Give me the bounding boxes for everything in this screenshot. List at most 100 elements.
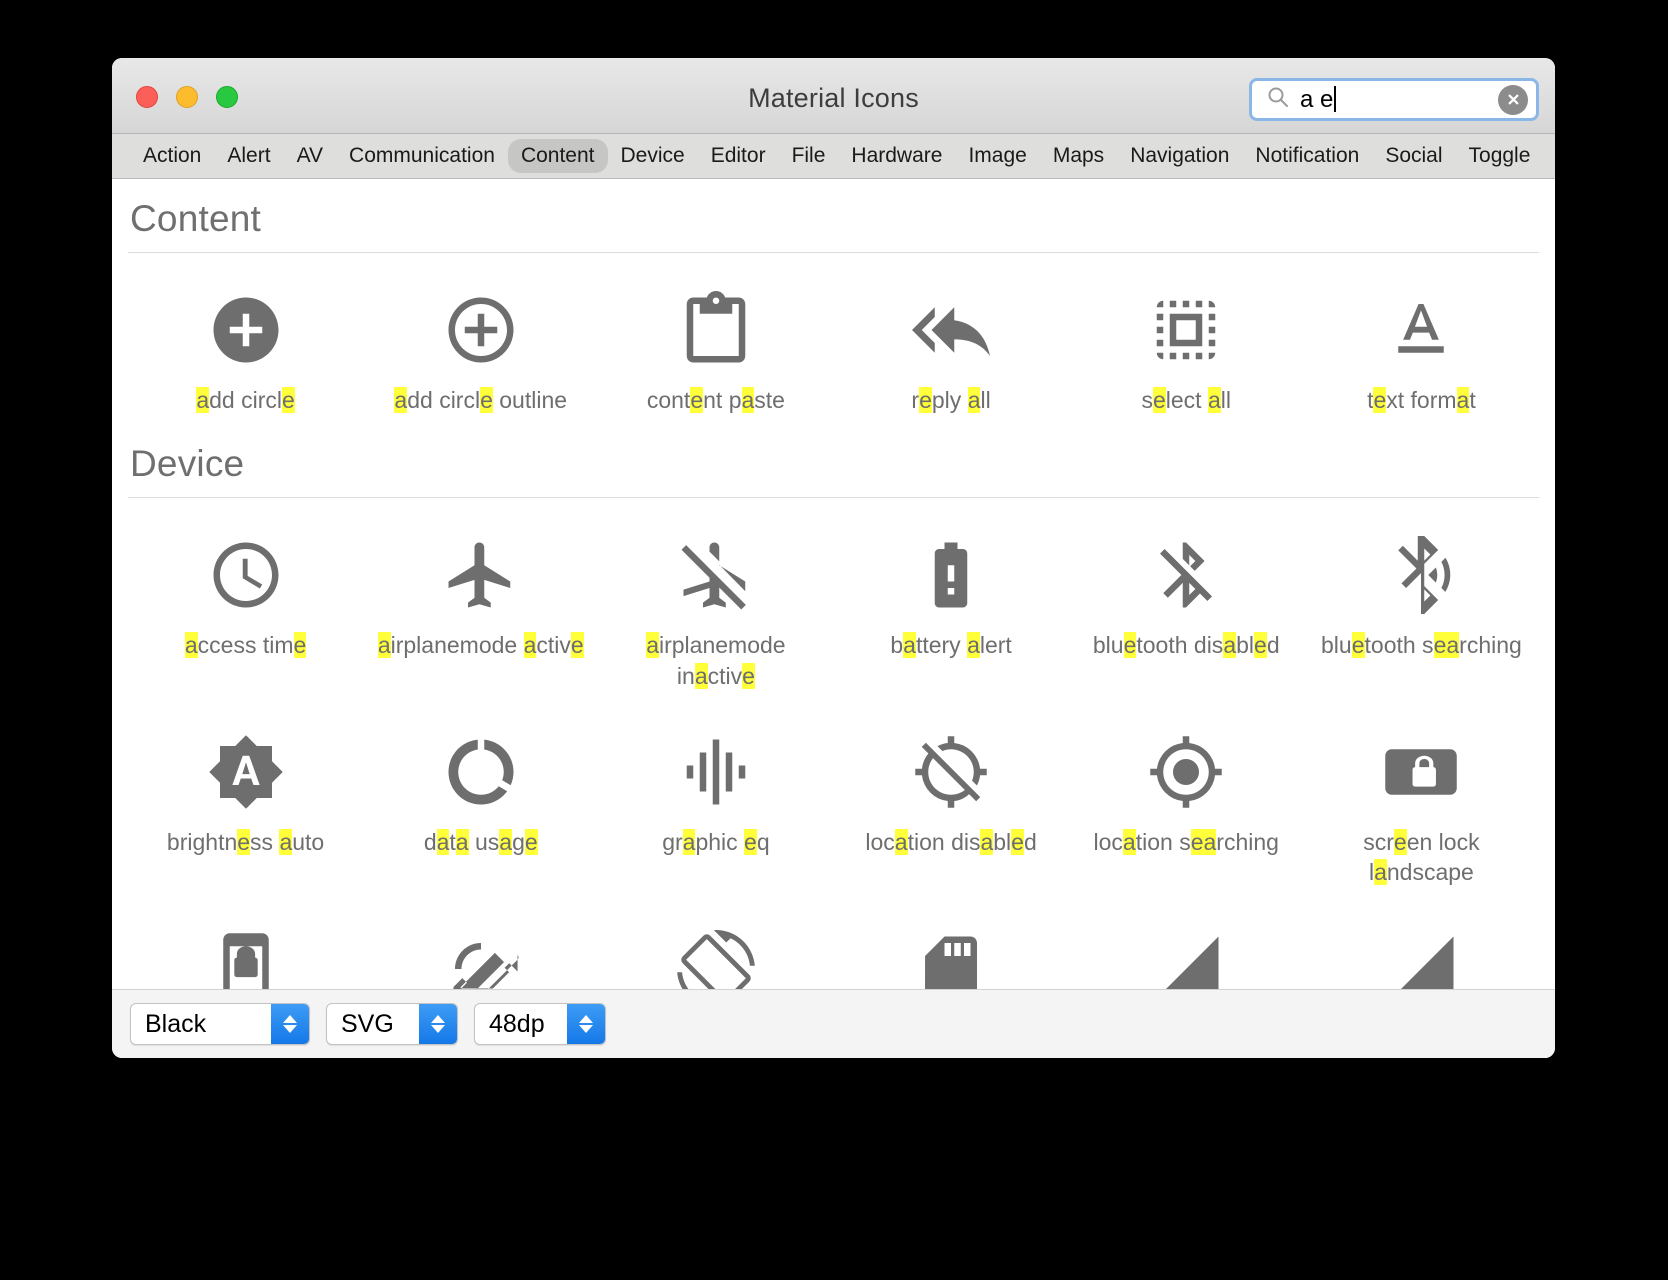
icon-cell-screen-rotation[interactable] [598, 898, 833, 989]
tab-label: Social [1385, 144, 1443, 167]
icon-cell-add-circle[interactable]: add circle [128, 259, 363, 425]
sections-container: Content add circle add circle outline conte… [112, 180, 1555, 989]
icon-cell-bluetooth-searching[interactable]: bluetooth searching [1304, 504, 1539, 701]
add-circle-outline-icon [438, 287, 524, 373]
icon-label: airplanemode active [377, 632, 584, 659]
color-stepper[interactable]: Black [130, 1003, 310, 1045]
tab-social[interactable]: Social [1372, 139, 1455, 173]
access-time-icon [203, 532, 289, 618]
chevron-up-icon[interactable] [431, 1015, 445, 1023]
icon-cell-graphic-eq[interactable]: graphic eq [598, 701, 833, 898]
icon-cell-screen-lock-landscape[interactable]: screen lock landscape [1304, 701, 1539, 898]
format-stepper-value: SVG [341, 1009, 394, 1038]
tab-hardware[interactable]: Hardware [838, 139, 955, 173]
icon-label: select all [1141, 387, 1231, 413]
tab-device[interactable]: Device [608, 139, 698, 173]
format-stepper-arrows[interactable] [419, 1004, 457, 1044]
screen: Material Icons a e Action Alert AV Communic… [0, 0, 1668, 1280]
size-stepper-arrows[interactable] [567, 1004, 605, 1044]
icon-cell-bluetooth-disabled[interactable]: bluetooth disabled [1069, 504, 1304, 701]
chevron-down-icon[interactable] [431, 1025, 445, 1033]
icon-cell-battery-alert[interactable]: battery alert [834, 504, 1069, 701]
app-window: Material Icons a e Action Alert AV Communic… [112, 58, 1555, 1058]
tab-label: Maps [1052, 144, 1105, 167]
icon-cell-airplanemode-active[interactable]: airplanemode active [363, 504, 598, 701]
icon-cell-location-disabled[interactable]: location disabled [834, 701, 1069, 898]
format-stepper[interactable]: SVG [326, 1003, 458, 1045]
tab-label: AV [296, 144, 324, 167]
clear-search-button[interactable] [1498, 84, 1528, 115]
icon-cell-text-format[interactable]: text format [1304, 259, 1539, 425]
select-all-icon [1143, 287, 1229, 373]
tab-toggle[interactable]: Toggle [1456, 139, 1544, 173]
tab-file[interactable]: File [779, 139, 839, 173]
icon-cell-signal-cellular[interactable] [1069, 898, 1304, 989]
tab-navigation[interactable]: Navigation [1117, 139, 1242, 173]
tab-maps[interactable]: Maps [1040, 139, 1117, 173]
size-stepper[interactable]: 48dp [474, 1003, 606, 1045]
tab-label: Alert [227, 144, 271, 167]
size-stepper-value: 48dp [489, 1009, 545, 1038]
tab-label: Communication [349, 144, 495, 167]
icon-browser-scroll-area[interactable]: Content add circle add circle outline conte… [112, 180, 1555, 989]
tab-av[interactable]: AV [284, 139, 336, 173]
signal-cellular-icon [1143, 926, 1229, 989]
chevron-up-icon[interactable] [579, 1015, 593, 1023]
add-circle-icon [203, 287, 289, 373]
icon-cell-screen-lock-portrait[interactable] [128, 898, 363, 989]
search-input-value[interactable]: a e [1300, 85, 1498, 114]
reply-all-icon [908, 287, 994, 373]
icon-label: bluetooth disabled [1092, 632, 1280, 659]
icon-cell-brightness-auto[interactable]: brightness auto [128, 701, 363, 898]
icon-cell-select-all[interactable]: select all [1069, 259, 1304, 425]
sd-storage-icon [908, 926, 994, 989]
tab-notification[interactable]: Notification [1242, 139, 1372, 173]
icon-label: bluetooth searching [1321, 632, 1522, 659]
icon-label: battery alert [890, 632, 1012, 659]
icon-cell-reply-all[interactable]: reply all [834, 259, 1069, 425]
content-paste-icon [673, 287, 759, 373]
screen-lock-landscape-icon [1378, 729, 1464, 815]
icon-cell-add-circle-outline[interactable]: add circle outline [363, 259, 598, 425]
screen-lock-rotation-icon [438, 926, 524, 989]
search-field[interactable]: a e [1249, 78, 1539, 121]
chevron-down-icon[interactable] [283, 1025, 297, 1033]
icon-cell-screen-lock-rotation[interactable] [363, 898, 598, 989]
section-divider [128, 252, 1539, 253]
icon-cell-content-paste[interactable]: content paste [598, 259, 833, 425]
tab-communication[interactable]: Communication [336, 139, 508, 173]
tab-content[interactable]: Content [507, 139, 608, 173]
tab-label: Editor [710, 144, 766, 167]
brightness-auto-icon [203, 729, 289, 815]
tab-label: Action [143, 144, 202, 167]
icon-label: add circle [196, 387, 295, 413]
tab-alert[interactable]: Alert [214, 139, 283, 173]
icon-cell-access-time[interactable]: access time [128, 504, 363, 701]
chevron-down-icon[interactable] [579, 1025, 593, 1033]
icon-cell-location-searching[interactable]: location searching [1069, 701, 1304, 898]
signal-cellular-alt-icon [1378, 926, 1464, 989]
location-searching-icon [1143, 729, 1229, 815]
icon-label: text format [1367, 387, 1476, 413]
icon-cell-airplanemode-inactive[interactable]: airplanemode inactive [598, 504, 833, 701]
icon-cell-sd-storage[interactable] [834, 898, 1069, 989]
chevron-up-icon[interactable] [283, 1015, 297, 1023]
location-disabled-icon [908, 729, 994, 815]
icon-label: graphic eq [662, 829, 770, 856]
screen-rotation-icon [673, 926, 759, 989]
icon-cell-data-usage[interactable]: data usage [363, 701, 598, 898]
tab-editor[interactable]: Editor [698, 139, 779, 173]
section-title-content: Content [130, 198, 261, 239]
color-stepper-arrows[interactable] [271, 1004, 309, 1044]
section-title-device: Device [130, 443, 245, 485]
category-tabbar: Action Alert AV Communication Content Device E… [112, 134, 1555, 179]
icon-cell-signal-cellular-alt[interactable] [1304, 898, 1539, 989]
tab-label: Notification [1255, 144, 1360, 167]
section-divider [128, 497, 1539, 499]
search-icon [1266, 85, 1290, 114]
tab-action[interactable]: Action [130, 139, 214, 173]
window-titlebar: Material Icons a e [112, 58, 1555, 134]
tab-image[interactable]: Image [955, 139, 1039, 173]
tab-label: Toggle [1468, 144, 1531, 167]
icon-label: screen lock landscape [1363, 829, 1480, 886]
